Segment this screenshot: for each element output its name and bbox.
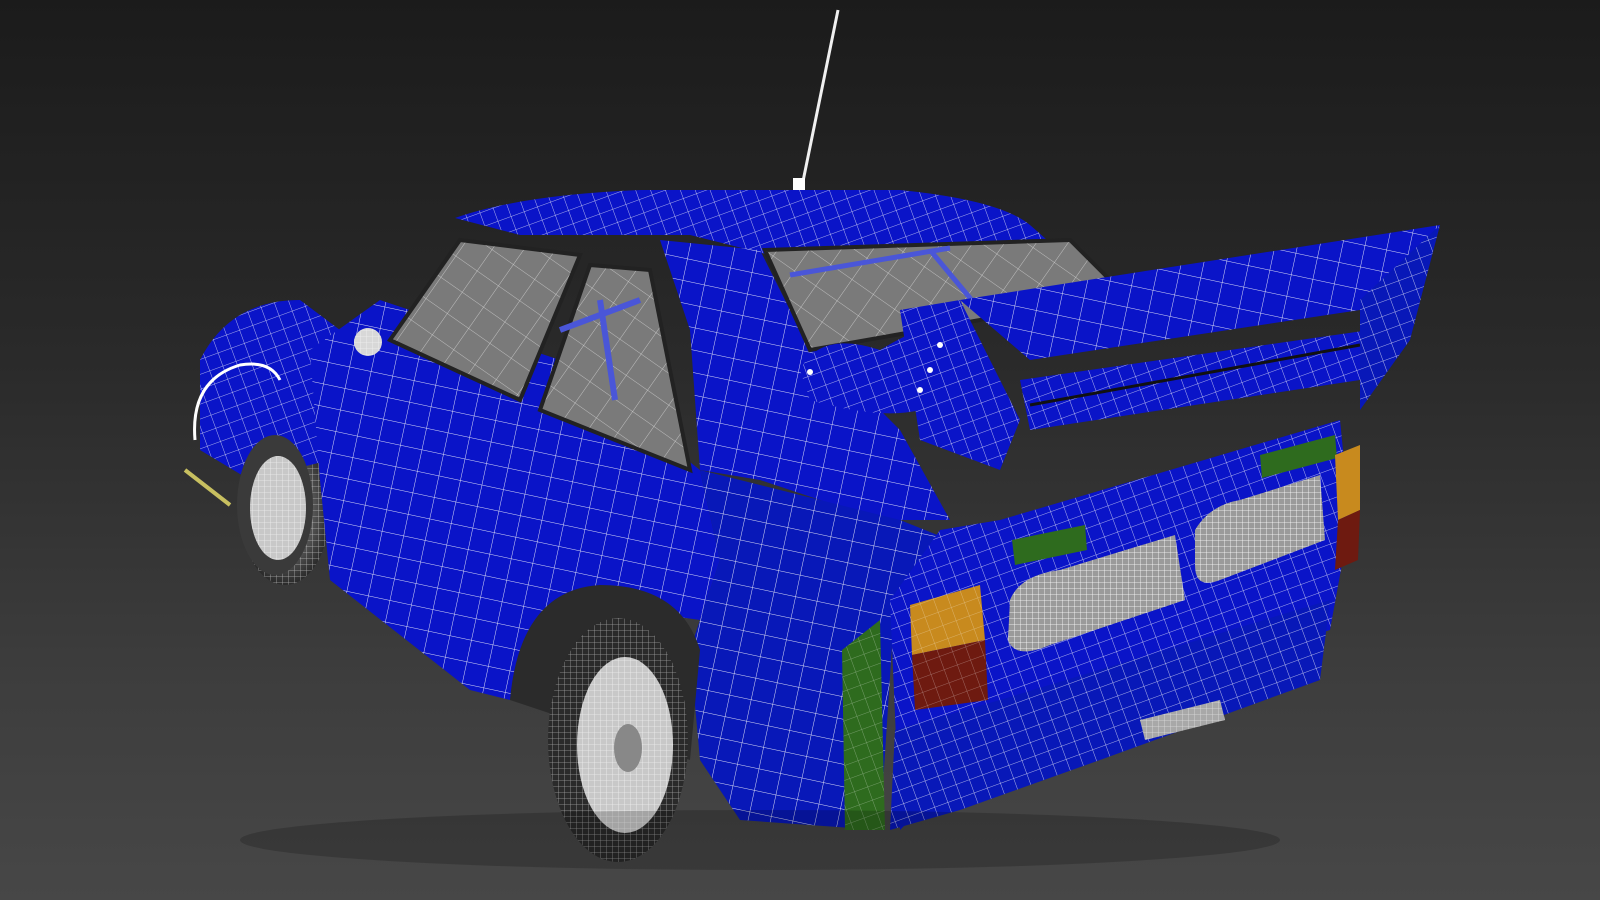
- ground-shadow: [240, 810, 1280, 870]
- antenna: [793, 9, 840, 208]
- 3d-viewport[interactable]: [0, 0, 1600, 900]
- front-wheel: [237, 435, 313, 575]
- side-mirror: [354, 328, 382, 356]
- car-wireframe-render: [183, 9, 1440, 870]
